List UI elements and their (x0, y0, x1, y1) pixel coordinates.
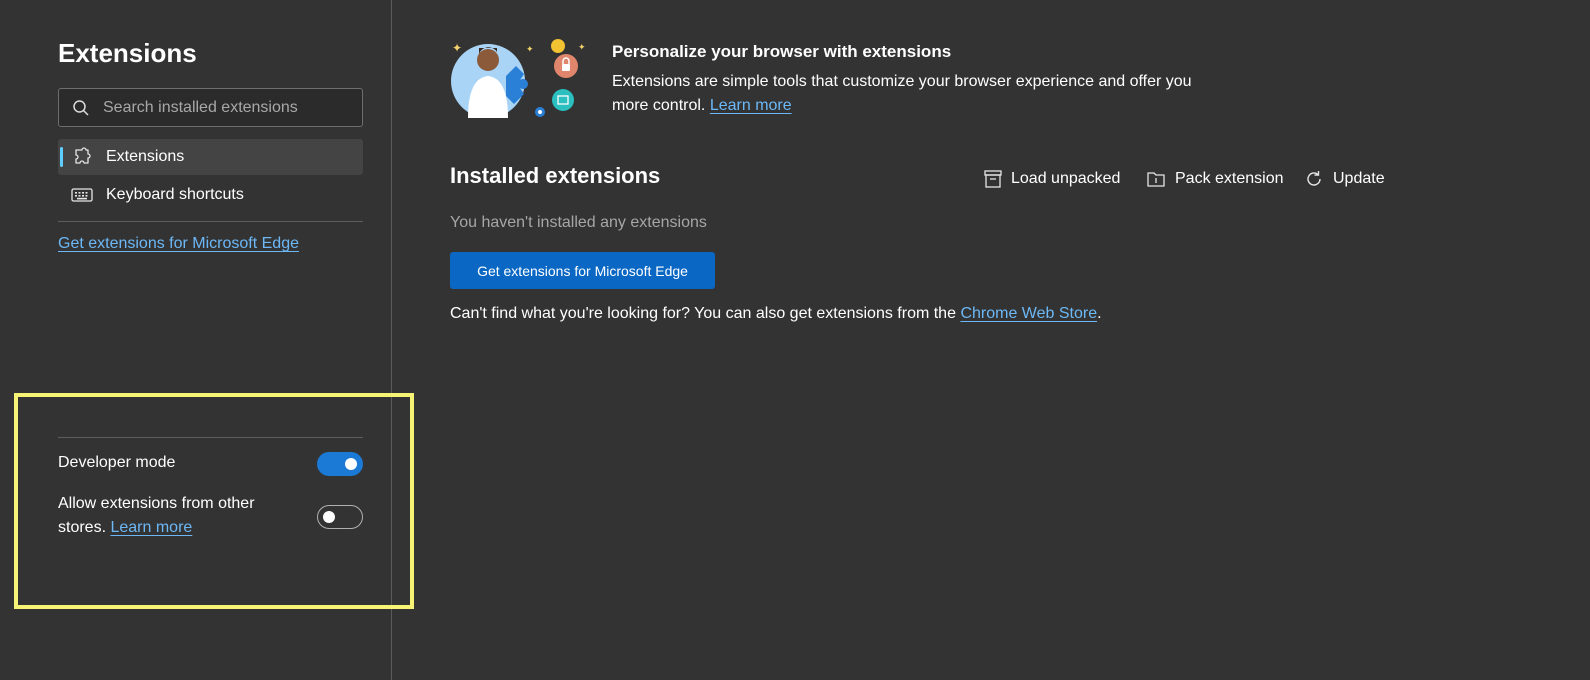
other-stores-learn-more-link[interactable]: Learn more (110, 519, 192, 536)
empty-state-text: You haven't installed any extensions (450, 214, 707, 231)
help-text: Can't find what you're looking for? You … (450, 305, 1102, 323)
toggle-knob (345, 458, 357, 470)
refresh-icon (1304, 169, 1324, 189)
other-stores-toggle[interactable] (317, 505, 363, 529)
divider (58, 437, 363, 438)
promo-learn-more-link[interactable]: Learn more (710, 97, 792, 114)
svg-text:✦: ✦ (578, 43, 586, 53)
sidebar-item-keyboard-shortcuts[interactable]: Keyboard shortcuts (58, 177, 363, 213)
developer-mode-toggle[interactable] (317, 452, 363, 476)
sidebar-item-extensions[interactable]: Extensions (58, 139, 363, 175)
load-unpacked-button[interactable]: Load unpacked (984, 164, 1120, 194)
get-extensions-button[interactable]: Get extensions for Microsoft Edge (450, 252, 715, 289)
svg-text:✦: ✦ (526, 45, 534, 55)
sidebar-item-label: Keyboard shortcuts (106, 186, 244, 203)
sidebar-title: Extensions (58, 38, 197, 68)
promo-description: Extensions are simple tools that customi… (612, 70, 1212, 118)
promo-illustration: ✦ ✦ ✦ (450, 36, 590, 126)
search-box[interactable] (58, 88, 363, 127)
sidebar: Extensions Extensions Keyboard shortcuts… (0, 0, 414, 680)
toggle-knob (323, 511, 335, 523)
divider (58, 221, 363, 222)
pack-extension-button[interactable]: Pack extension (1146, 164, 1284, 194)
other-stores-label: Allow extensions from other stores. Lear… (58, 492, 298, 540)
update-label: Update (1333, 170, 1385, 187)
search-input[interactable] (103, 89, 362, 126)
help-text-prefix: Can't find what you're looking for? You … (450, 305, 956, 322)
load-unpacked-label: Load unpacked (1011, 170, 1121, 187)
extensions-page: Extensions Extensions Keyboard shortcuts… (0, 0, 1590, 680)
installed-extensions-title: Installed extensions (450, 163, 661, 188)
active-indicator (60, 147, 63, 167)
search-icon (59, 99, 103, 117)
keyboard-icon (58, 187, 106, 203)
promo-title: Personalize your browser with extensions (612, 42, 952, 61)
chrome-web-store-link[interactable]: Chrome Web Store (960, 305, 1097, 322)
pack-extension-label: Pack extension (1175, 170, 1284, 187)
update-button[interactable]: Update (1304, 164, 1385, 194)
archive-box-icon (984, 169, 1002, 189)
promo-description-text: Extensions are simple tools that customi… (612, 73, 1192, 114)
get-extensions-link[interactable]: Get extensions for Microsoft Edge (58, 235, 299, 253)
developer-mode-label: Developer mode (58, 454, 176, 471)
help-text-suffix: . (1097, 305, 1102, 322)
puzzle-icon (58, 147, 106, 167)
package-icon (1146, 169, 1166, 189)
svg-text:✦: ✦ (452, 41, 462, 55)
sidebar-item-label: Extensions (106, 148, 185, 165)
